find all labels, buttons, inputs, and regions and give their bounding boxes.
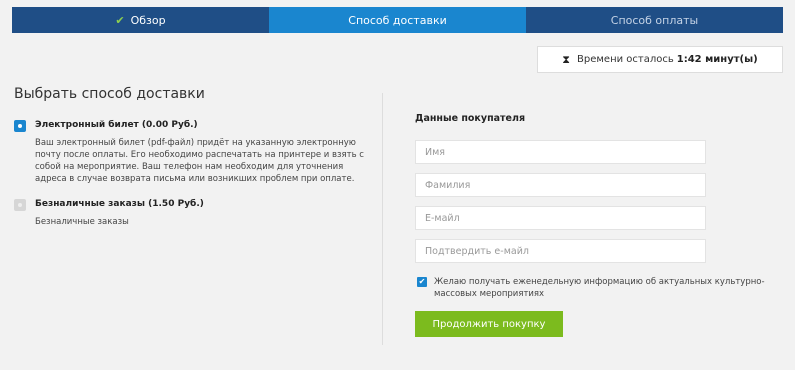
- first-name-input[interactable]: [415, 140, 706, 164]
- column-divider: [382, 93, 383, 345]
- step-overview[interactable]: ✔ Обзор: [12, 7, 269, 33]
- buyer-title: Данные покупателя: [415, 113, 526, 124]
- hourglass-icon: ⧗: [562, 52, 571, 66]
- step-label: Обзор: [130, 13, 166, 27]
- newsletter-label: Желаю получать еженедельную информацию о…: [434, 277, 765, 299]
- timer-value: 1:42 минут(ы): [676, 54, 758, 65]
- continue-button[interactable]: Продолжить покупку: [415, 311, 563, 337]
- step-label: Способ оплаты: [610, 13, 699, 27]
- radio-selected[interactable]: [14, 120, 26, 132]
- radio-unselected[interactable]: [14, 199, 26, 211]
- buyer-section: Данные покупателя ✔ Желаю получать ежене…: [415, 113, 765, 337]
- checkout-steps: ✔ Обзор Способ доставки Способ оплаты: [12, 7, 783, 33]
- option-description: Ваш электронный билет (pdf-файл) придёт …: [35, 138, 364, 184]
- newsletter-option: ✔ Желаю получать еженедельную информацию…: [417, 276, 767, 300]
- step-delivery[interactable]: Способ доставки: [269, 7, 526, 33]
- check-icon: ✔: [115, 13, 125, 27]
- delivery-title: Выбрать способ доставки: [14, 86, 205, 102]
- newsletter-checkbox[interactable]: ✔: [417, 277, 427, 287]
- delivery-option-eticket[interactable]: Электронный билет (0.00 Руб.) Ваш электр…: [14, 120, 364, 185]
- option-title: Электронный билет (0.00 Руб.): [35, 120, 198, 130]
- last-name-input[interactable]: [415, 173, 706, 197]
- email-input[interactable]: [415, 206, 706, 230]
- step-label: Способ доставки: [348, 13, 447, 27]
- timer-label: Времени осталось: [577, 54, 674, 65]
- delivery-option-cashless[interactable]: Безналичные заказы (1.50 Руб.) Безналичн…: [14, 199, 364, 228]
- step-payment[interactable]: Способ оплаты: [526, 7, 783, 33]
- confirm-email-input[interactable]: [415, 239, 706, 263]
- countdown-timer: ⧗ Времени осталось 1:42 минут(ы): [537, 46, 783, 73]
- option-title: Безналичные заказы (1.50 Руб.): [35, 199, 204, 209]
- delivery-section: Выбрать способ доставки Электронный биле…: [14, 86, 364, 242]
- option-description: Безналичные заказы: [35, 217, 129, 227]
